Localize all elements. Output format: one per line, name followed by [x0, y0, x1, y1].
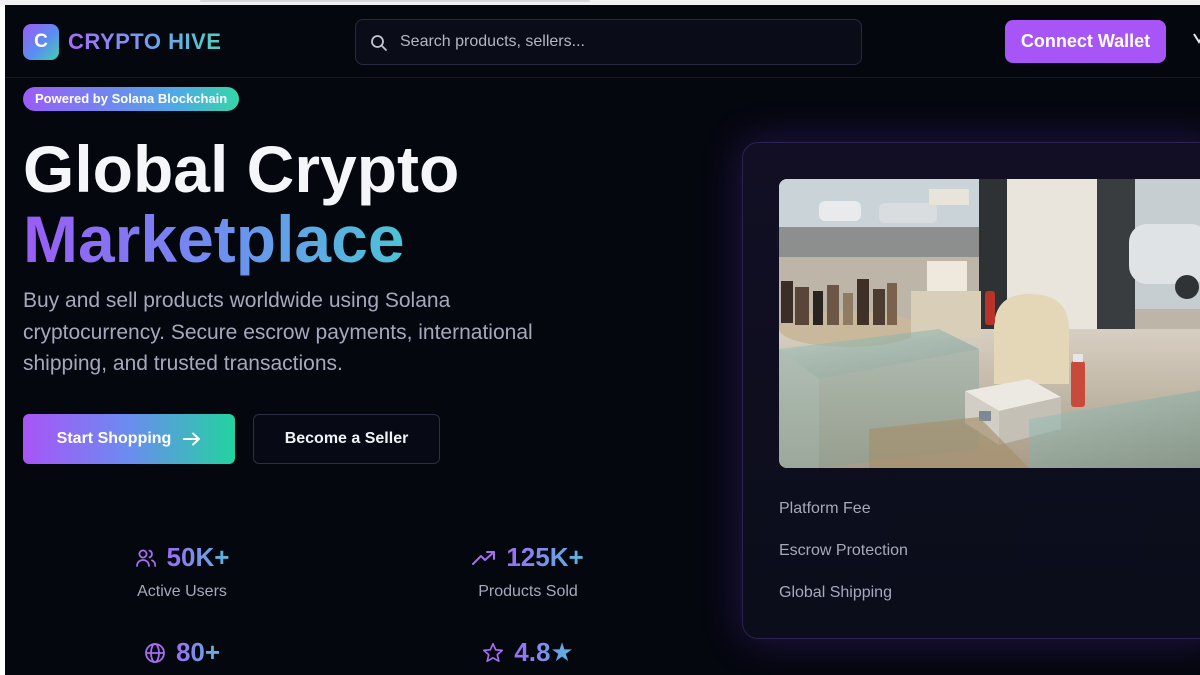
arrow-right-icon — [183, 432, 201, 446]
search-input[interactable] — [400, 20, 850, 64]
stat-products-sold: 125K+ Products Sold — [408, 542, 648, 601]
stat-label: Active Users — [137, 583, 227, 600]
stat-active-users: 50K+ Active Users — [62, 542, 302, 601]
start-shopping-button[interactable]: Start Shopping — [23, 414, 235, 464]
chevron-down-icon[interactable] — [1193, 31, 1200, 45]
globe-icon — [145, 642, 165, 663]
feature-global-shipping: Global Shipping — [779, 584, 892, 601]
users-icon — [135, 549, 156, 567]
stat-value: 50K+ — [166, 542, 230, 572]
stat-value: 125K+ — [506, 542, 584, 572]
powered-by-badge: Powered by Solana Blockchain — [23, 87, 240, 111]
stat-label: Products Sold — [478, 583, 578, 600]
brand-name[interactable]: CRYPTO HIVE — [68, 29, 221, 55]
stat-countries: 80+ — [62, 637, 302, 668]
search-icon — [371, 35, 387, 51]
hero-title-line1: Global Crypto — [23, 132, 460, 206]
logo-badge[interactable]: C — [23, 24, 59, 60]
search-bar[interactable] — [355, 19, 862, 65]
page-frame: C CRYPTO HIVE Connect Wallet Powered by … — [5, 5, 1200, 675]
stat-value: 4.8★ — [514, 637, 574, 667]
connect-wallet-button[interactable]: Connect Wallet — [1005, 20, 1166, 63]
stat-rating: 4.8★ — [408, 637, 648, 668]
store-interior-photo — [779, 179, 1200, 468]
star-icon — [483, 642, 504, 662]
site-header: C CRYPTO HIVE Connect Wallet — [5, 5, 1200, 78]
hero-title-line2: Marketplace — [23, 202, 405, 276]
start-shopping-label: Start Shopping — [56, 430, 172, 447]
trending-up-icon — [472, 550, 496, 565]
hero-description: Buy and sell products worldwide using So… — [23, 289, 533, 375]
stat-value: 80+ — [175, 637, 221, 667]
feature-platform-fee: Platform Fee — [779, 500, 871, 517]
feature-escrow-protection: Escrow Protection — [779, 542, 908, 559]
become-seller-button[interactable]: Become a Seller — [253, 414, 440, 464]
